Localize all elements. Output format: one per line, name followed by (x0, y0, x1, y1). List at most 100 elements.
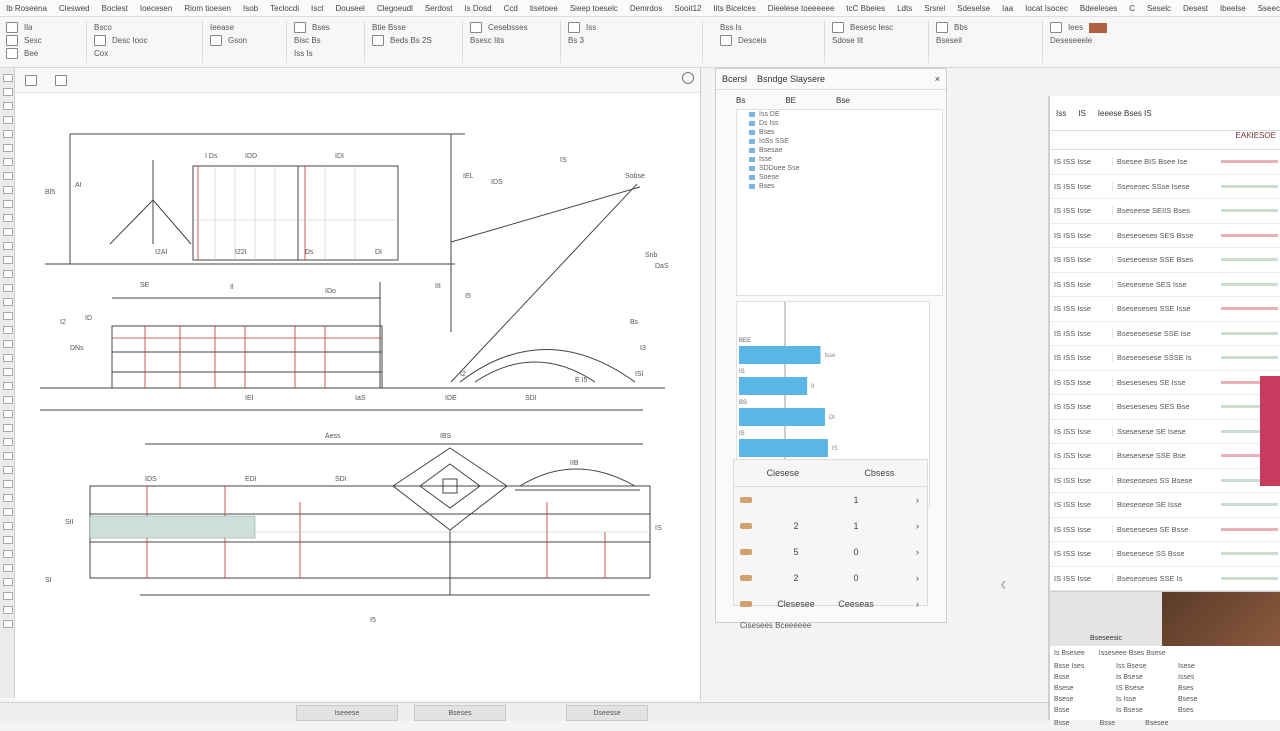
list-row[interactable]: IS ISS Isse Ssesesesse SSE Bses (1050, 248, 1280, 273)
bottom-row[interactable]: Bsese IS Bsese Bses (1054, 683, 1278, 694)
list-row[interactable]: IS ISS Isse Bseseseses SSE Isse (1050, 297, 1280, 322)
ribbon-label[interactable]: Besesc Iesc (850, 23, 893, 32)
menu-item[interactable]: C (1123, 4, 1141, 13)
prop-row[interactable]: Clesesee Ceeseas › (734, 591, 927, 617)
bottom-footer[interactable]: Bsesee (1145, 720, 1168, 727)
tool-icon[interactable] (3, 186, 13, 194)
menu-item[interactable]: Cleswed (53, 4, 96, 13)
chevron-icon[interactable]: › (916, 495, 927, 505)
tool-icon[interactable] (3, 466, 13, 474)
menu-item[interactable]: Iits Bicelces (707, 4, 761, 13)
menu-item[interactable]: Ldts (891, 4, 918, 13)
prop-row[interactable]: 2 1 › (734, 513, 927, 539)
ribbon-label[interactable]: Bss Is (720, 23, 742, 32)
menu-item[interactable]: Isct (305, 4, 329, 13)
tool-icon[interactable] (3, 158, 13, 166)
layout-tab[interactable]: Iseeese (296, 705, 398, 721)
tool-icon[interactable] (3, 438, 13, 446)
ribbon-label[interactable]: Sdose Iit (832, 36, 863, 45)
tool-icon[interactable] (3, 242, 13, 250)
tool-icon[interactable] (3, 214, 13, 222)
tree-item[interactable]: Isse (737, 155, 942, 164)
tool-icon[interactable] (3, 410, 13, 418)
menu-item[interactable]: tcC Bbeies (840, 4, 891, 13)
menu-item[interactable]: Srsrel (918, 4, 951, 13)
ribbon-label[interactable]: Bs 3 (568, 36, 584, 45)
tool-icon[interactable] (3, 382, 13, 390)
bar[interactable] (739, 439, 828, 457)
list-row[interactable]: IS ISS Isse Ssesesese SE Isese (1050, 420, 1280, 444)
menu-item[interactable]: Demrdos (624, 4, 668, 13)
list-row[interactable]: IS ISS Isse Bseseseses SS Bsese (1050, 469, 1280, 493)
menu-item[interactable]: Ibeelse (1214, 4, 1252, 13)
menu-item[interactable]: Douseel (329, 4, 370, 13)
measure-icon[interactable] (720, 35, 732, 46)
menu-item[interactable]: Sooit12 (668, 4, 707, 13)
panel-title[interactable]: Bcersl (722, 74, 747, 84)
tree-item[interactable]: Iss DE (737, 110, 942, 119)
viewport-icon[interactable] (25, 75, 37, 86)
tool-icon[interactable] (3, 508, 13, 516)
menu-item[interactable]: Ib Roseena (0, 4, 53, 13)
bar[interactable] (739, 408, 825, 426)
copy-icon[interactable] (94, 35, 106, 46)
bottom-row[interactable]: Bsese Is Isse Bsese (1054, 694, 1278, 705)
circle-icon[interactable] (682, 72, 694, 84)
tool-icon[interactable] (3, 620, 13, 628)
menu-item[interactable]: Seselc (1141, 4, 1177, 13)
ribbon-label[interactable]: Gson (228, 36, 247, 45)
list-row[interactable]: IS ISS Isse Bseseseses SE Isse (1050, 371, 1280, 395)
chevron-icon[interactable]: › (916, 547, 927, 557)
tool-icon[interactable] (3, 424, 13, 432)
bar[interactable] (739, 377, 808, 395)
tool-icon[interactable] (3, 340, 13, 348)
tool-icon[interactable] (3, 354, 13, 362)
ribbon-label[interactable]: Deseseeele (1050, 36, 1092, 45)
tool-icon[interactable] (3, 88, 13, 96)
ribbon-label[interactable]: Btie Bsse (372, 23, 406, 32)
bottom-footer[interactable]: Bsse (1100, 720, 1116, 727)
layout-tab[interactable]: Bseses (414, 705, 506, 721)
menu-item[interactable]: Boclest (96, 4, 134, 13)
list-toolbar-item[interactable]: Iss (1056, 109, 1066, 118)
list-row[interactable]: IS ISS Isse Bsesee BIS Bsee Ise (1050, 150, 1280, 175)
ribbon-label[interactable]: Desceis (738, 36, 766, 45)
view-icon[interactable] (936, 22, 948, 33)
ribbon-label[interactable]: Desc Iooc (112, 36, 148, 45)
file-icon[interactable] (6, 22, 18, 33)
open-icon[interactable] (6, 35, 18, 46)
menu-item[interactable]: Ccd (498, 4, 524, 13)
ribbon-label[interactable]: Sesc (24, 36, 42, 45)
menu-item[interactable]: Clegoeudl (371, 4, 419, 13)
bottom-row[interactable]: Bsse Ises Iss Bsese Isese (1054, 661, 1278, 672)
prop-row[interactable]: 5 0 › (734, 539, 927, 565)
layer-icon[interactable] (470, 22, 482, 33)
ribbon-label[interactable]: Ila (24, 23, 32, 32)
tree-item[interactable]: SDDoee Sse (737, 164, 942, 173)
list-row[interactable]: IS ISS Isse Bsesesese SS Bsse (1050, 542, 1280, 567)
tool-icon[interactable] (3, 606, 13, 614)
tool-icon[interactable] (3, 494, 13, 502)
ribbon-label[interactable]: Ieease (210, 23, 234, 32)
line-icon[interactable] (294, 22, 306, 33)
tree-item[interactable]: Bses (737, 182, 942, 191)
list-row[interactable]: IS ISS Isse Bsesesesese SSE Ise (1050, 322, 1280, 346)
tool-icon[interactable] (3, 396, 13, 404)
tool-icon[interactable] (3, 116, 13, 124)
tool-icon[interactable] (3, 270, 13, 278)
palette-icon[interactable] (832, 22, 844, 33)
menu-item[interactable]: tisetoee (524, 4, 564, 13)
tree-item[interactable]: Bses (737, 128, 942, 137)
bottom-row[interactable]: Bsse Is Bsese Bses (1054, 705, 1278, 716)
menu-item[interactable]: Iaa (996, 4, 1019, 13)
list-row[interactable]: IS ISS Isse Bsesesesese SSSE Is (1050, 346, 1280, 371)
ribbon-label[interactable]: Bsco (94, 23, 112, 32)
menu-item[interactable]: Dieelese toeeeeee (762, 4, 841, 13)
prop-row[interactable]: 2 0 › (734, 565, 927, 591)
grid-icon[interactable] (210, 35, 222, 46)
ribbon-label[interactable]: Bses (312, 23, 330, 32)
ribbon-label[interactable]: Bisc Bs (294, 36, 321, 45)
color-swatch-icon[interactable] (1089, 22, 1108, 33)
tool-icon[interactable] (3, 578, 13, 586)
ribbon-label[interactable]: Iss Is (294, 49, 313, 58)
